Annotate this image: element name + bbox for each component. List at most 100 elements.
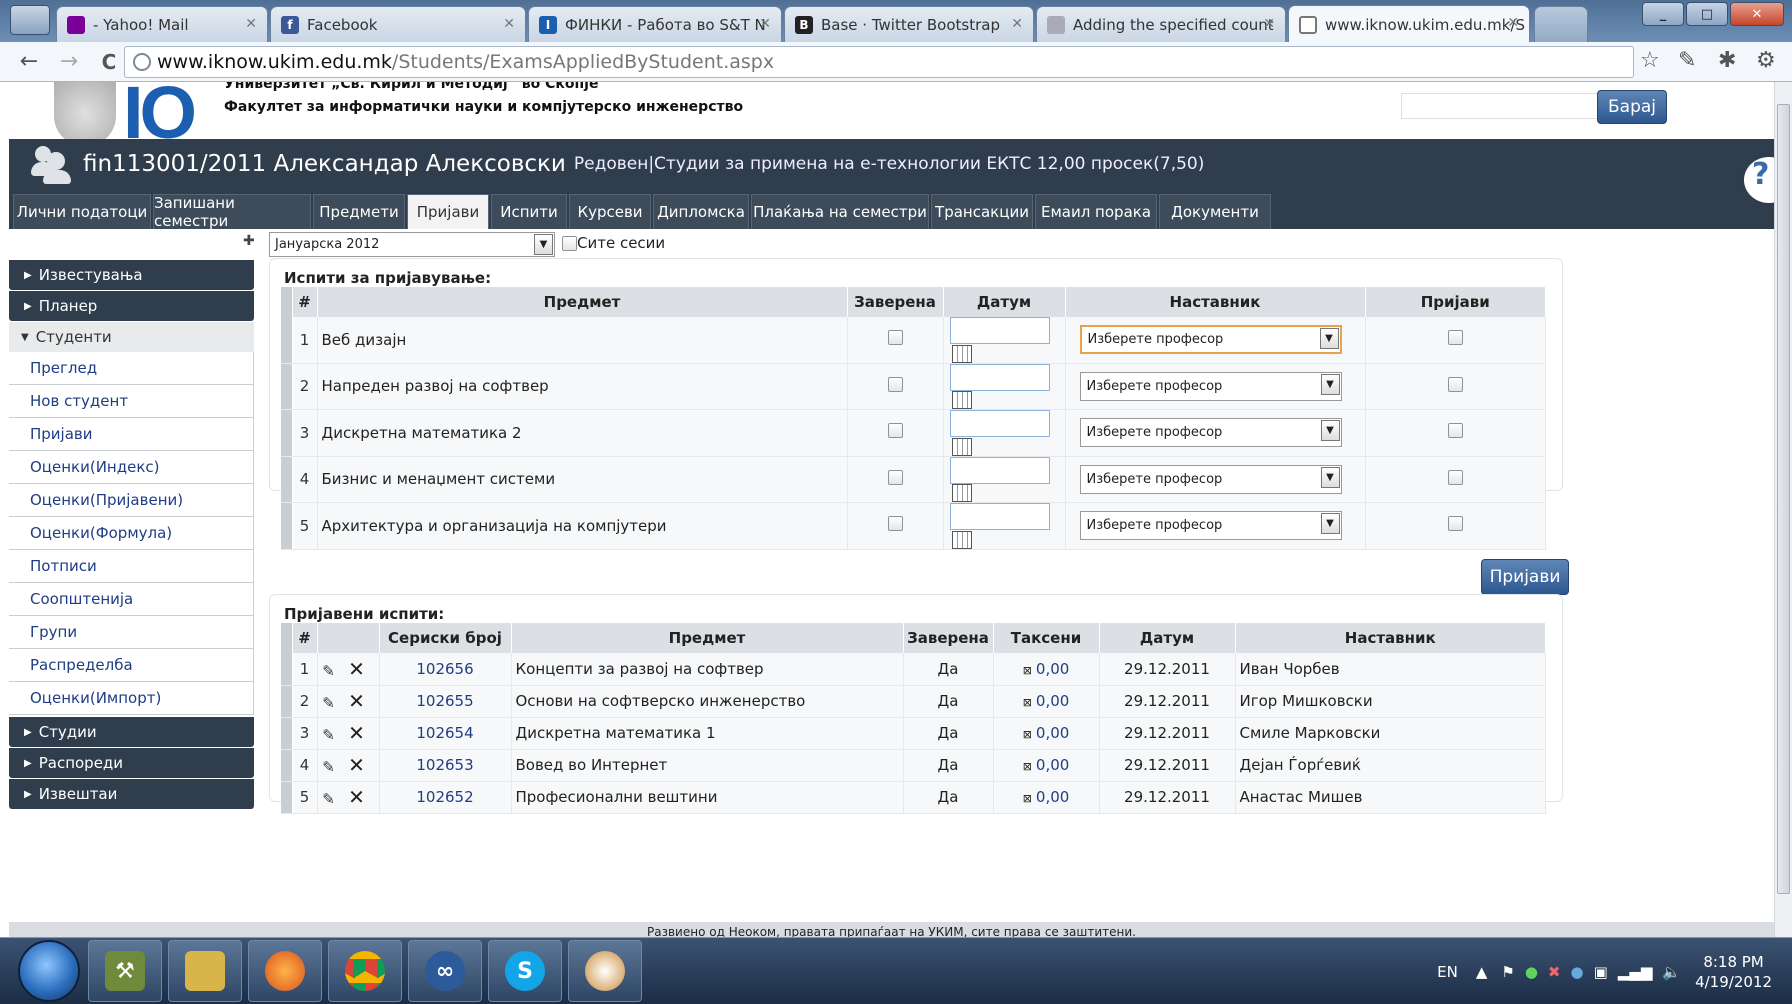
tab-documents[interactable]: Документи — [1159, 194, 1271, 229]
minimize-icon[interactable]: _ — [1642, 2, 1684, 26]
calendar-icon[interactable] — [951, 484, 972, 502]
url-bar[interactable]: www.iknow.ukim.edu.mk/Students/ExamsAppl… — [124, 46, 1634, 78]
browser-tab-finki[interactable]: I ФИНКИ - Работа во S&T N ✕ — [528, 6, 782, 42]
sidebar-item-signatures[interactable]: Потписи — [9, 550, 254, 583]
scrollbar-thumb[interactable] — [1777, 104, 1790, 894]
close-tab-icon[interactable]: ✕ — [503, 16, 515, 32]
browser-tab-iknow[interactable]: www.iknow.ukim.edu.mk/S ✕ — [1288, 5, 1530, 43]
certified-checkbox[interactable] — [887, 330, 903, 346]
vertical-scrollbar[interactable] — [1774, 82, 1792, 937]
flag-icon[interactable]: ⚑ — [1501, 963, 1514, 981]
maximize-icon[interactable]: □ — [1686, 2, 1728, 26]
taskbar-tools-app[interactable]: ⚒ — [88, 940, 162, 1002]
tab-transactions[interactable]: Трансакции — [931, 194, 1033, 229]
fee-detail-icon[interactable]: ⊠ — [1023, 792, 1032, 805]
close-tab-icon[interactable]: ✕ — [245, 16, 257, 32]
taskbar-chrome-app[interactable] — [328, 940, 402, 1002]
show-hidden-icons-icon[interactable]: ▲ — [1476, 963, 1488, 981]
fee-link[interactable]: 0,00 — [1036, 724, 1069, 742]
sidebar-item-overview[interactable]: Преглед — [9, 352, 254, 385]
certified-checkbox[interactable] — [887, 516, 903, 532]
tab-personal-data[interactable]: Лични податоци — [13, 194, 151, 229]
sidebar-item-grades-applied[interactable]: Оценки(Пријавени) — [9, 484, 254, 517]
tab-thesis[interactable]: Дипломска — [653, 194, 749, 229]
row-grip[interactable] — [281, 363, 293, 410]
volume-icon[interactable]: 🔈 — [1662, 963, 1681, 981]
date-input[interactable] — [949, 317, 1050, 344]
tab-enrolled-semesters[interactable]: Запишани семестри — [153, 194, 311, 230]
network-error-icon[interactable]: ✖ — [1548, 963, 1561, 981]
forward-icon[interactable]: → — [58, 49, 80, 74]
professor-select[interactable]: Изберете професор ▼ — [1079, 511, 1342, 541]
sidebar-section-notifications[interactable]: ▶ Известувања — [9, 260, 254, 290]
tab-applications[interactable]: Пријави — [407, 194, 489, 229]
delete-x-icon[interactable]: ✕ — [348, 689, 366, 713]
taskbar-paint-app[interactable] — [568, 940, 642, 1002]
certified-checkbox[interactable] — [887, 423, 903, 439]
serial-link[interactable]: 102654 — [416, 724, 473, 742]
chevron-down-icon[interactable]: ▼ — [1320, 513, 1340, 535]
apply-checkbox[interactable] — [1447, 376, 1463, 392]
fee-detail-icon[interactable]: ⊠ — [1023, 728, 1032, 741]
professor-select[interactable]: Изберете професор ▼ — [1079, 325, 1342, 355]
wrench-icon[interactable]: ⚙ — [1756, 48, 1776, 73]
fee-detail-icon[interactable]: ⊠ — [1023, 664, 1032, 677]
device-icon[interactable]: ▣ — [1594, 963, 1608, 981]
calendar-icon[interactable] — [951, 344, 972, 363]
sidebar-item-groups[interactable]: Групи — [9, 616, 254, 649]
certified-checkbox[interactable] — [887, 376, 903, 392]
chevron-down-icon[interactable]: ▼ — [1320, 420, 1340, 442]
close-tab-icon[interactable]: ✕ — [1011, 16, 1023, 32]
tab-semester-payments[interactable]: Плаќања на семестри — [751, 194, 929, 229]
all-sessions-toggle[interactable]: Сите сесии — [562, 234, 665, 252]
search-input[interactable] — [1401, 93, 1605, 119]
serial-link[interactable]: 102656 — [416, 660, 473, 678]
fee-detail-icon[interactable]: ⊠ — [1023, 760, 1032, 773]
chevron-down-icon[interactable]: ▼ — [1319, 328, 1339, 350]
calendar-icon[interactable] — [951, 530, 972, 549]
sidebar-section-studies[interactable]: ▶ Студии — [9, 717, 254, 747]
fee-link[interactable]: 0,00 — [1036, 756, 1069, 774]
date-input[interactable] — [949, 456, 1050, 484]
calendar-icon[interactable] — [951, 391, 972, 409]
browser-tab-bootstrap[interactable]: B Base · Twitter Bootstrap ✕ — [784, 6, 1034, 42]
sidebar-section-schedules[interactable]: ▶ Распореди — [9, 748, 254, 778]
taskbar-infinity-app[interactable]: ∞ — [408, 940, 482, 1002]
extension-icon[interactable]: ✱ — [1718, 48, 1736, 73]
row-grip[interactable] — [281, 317, 293, 364]
serial-link[interactable]: 102655 — [416, 692, 473, 710]
close-tab-icon[interactable]: ✕ — [1263, 16, 1275, 32]
taskbar-explorer-app[interactable] — [168, 940, 242, 1002]
tab-email-message[interactable]: Емаил порака — [1035, 194, 1157, 229]
tab-courses[interactable]: Курсеви — [569, 194, 651, 229]
row-grip[interactable] — [281, 653, 293, 686]
row-grip[interactable] — [281, 781, 293, 814]
sidebar-item-grades-index[interactable]: Оценки(Индекс) — [9, 451, 254, 484]
start-button[interactable] — [18, 940, 80, 1002]
serial-link[interactable]: 102653 — [416, 756, 473, 774]
taskbar-firefox-app[interactable] — [248, 940, 322, 1002]
row-grip[interactable] — [281, 749, 293, 782]
browser-tab-facebook[interactable]: f Facebook ✕ — [270, 6, 526, 42]
edit-pencil-icon[interactable]: ✎ — [320, 758, 338, 776]
reload-icon[interactable]: C — [98, 50, 120, 74]
taskbar-skype-app[interactable]: S — [488, 940, 562, 1002]
row-grip[interactable] — [281, 502, 293, 550]
back-icon[interactable]: ← — [18, 49, 40, 74]
browser-tab-adding[interactable]: Adding the specified count ✕ — [1036, 6, 1286, 42]
delete-x-icon[interactable]: ✕ — [348, 753, 366, 777]
security-icon[interactable]: ● — [1525, 963, 1538, 981]
chevron-down-icon[interactable]: ▼ — [1320, 466, 1340, 488]
row-grip[interactable] — [281, 456, 293, 503]
sidebar-item-grades-formula[interactable]: Оценки(Формула) — [9, 517, 254, 550]
delete-x-icon[interactable]: ✕ — [348, 657, 366, 681]
update-icon[interactable]: ● — [1571, 963, 1584, 981]
language-indicator[interactable]: EN — [1437, 963, 1458, 981]
apply-checkbox[interactable] — [1447, 423, 1463, 439]
professor-select[interactable]: Изберете професор ▼ — [1079, 464, 1342, 494]
eyedropper-icon[interactable]: ✎ — [1678, 48, 1696, 73]
sidebar-item-new-student[interactable]: Нов студент — [9, 385, 254, 418]
tab-subjects[interactable]: Предмети — [313, 194, 405, 229]
chevron-down-icon[interactable]: ▼ — [1320, 373, 1340, 395]
calendar-icon[interactable] — [951, 437, 972, 456]
